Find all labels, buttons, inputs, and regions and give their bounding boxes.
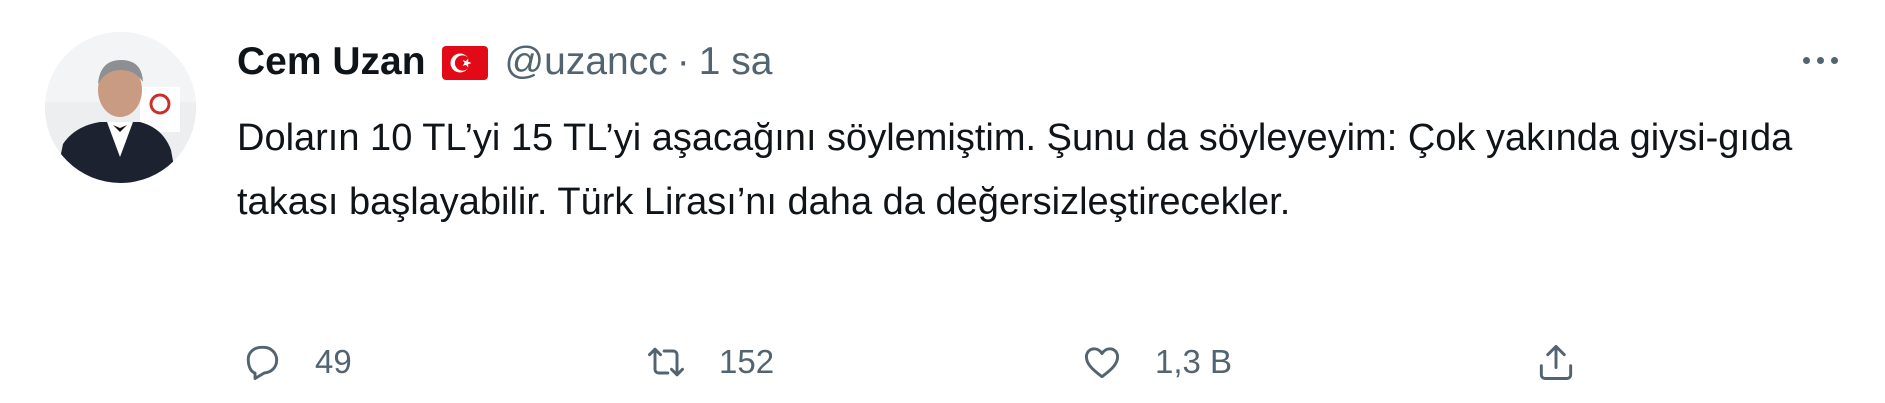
- tweet-actions: 49 152 1,3 B: [237, 330, 1627, 394]
- timestamp[interactable]: 1 sa: [699, 40, 773, 84]
- retweet-button[interactable]: 152: [644, 330, 774, 394]
- retweet-icon: [644, 340, 688, 384]
- retweet-count: 152: [719, 343, 775, 380]
- display-name[interactable]: Cem Uzan: [237, 40, 426, 84]
- tweet[interactable]: Cem Uzan @uzancc · 1 sa Doların 10 TL’yi…: [0, 0, 1885, 403]
- share-icon: [1534, 340, 1578, 384]
- avatar[interactable]: [45, 32, 196, 183]
- share-button[interactable]: [1534, 330, 1578, 394]
- reply-count: 49: [315, 343, 352, 380]
- more-options-icon[interactable]: [1790, 42, 1850, 78]
- separator-dot: ·: [676, 40, 690, 83]
- like-button[interactable]: 1,3 B: [1080, 330, 1232, 394]
- tweet-header: Cem Uzan @uzancc · 1 sa: [237, 34, 772, 90]
- turkey-flag-icon: [441, 46, 488, 80]
- like-icon: [1080, 340, 1124, 384]
- reply-icon: [240, 340, 284, 384]
- reply-button[interactable]: 49: [240, 330, 352, 394]
- user-handle[interactable]: @uzancc: [505, 40, 668, 84]
- like-count: 1,3 B: [1155, 343, 1233, 380]
- tweet-text: Doların 10 TL’yi 15 TL’yi aşacağını söyl…: [237, 117, 1793, 223]
